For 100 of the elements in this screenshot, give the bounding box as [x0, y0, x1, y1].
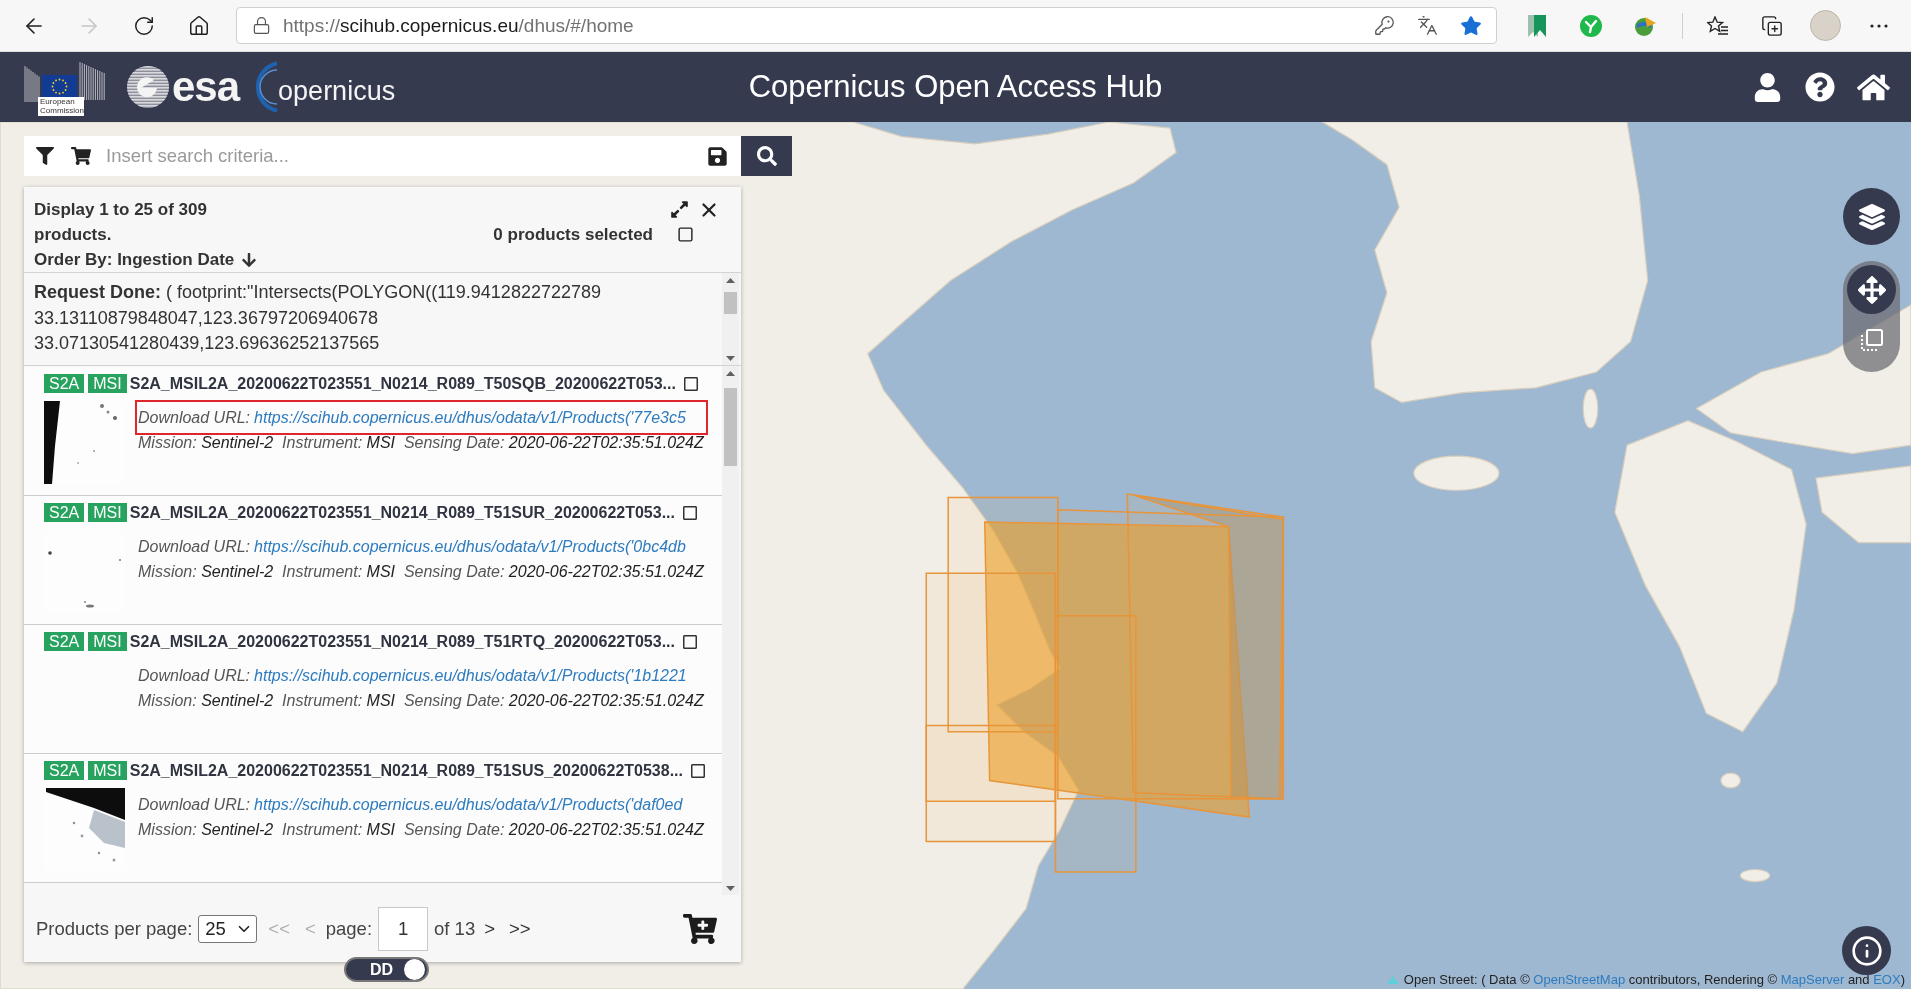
key-icon[interactable]: [1374, 15, 1395, 36]
order-by-label[interactable]: Order By: Ingestion Date: [34, 247, 235, 272]
product-details: Mission: Sentinel-2 Instrument: MSI Sensing Date: 2020-06-22T02:35:51.024Z: [138, 433, 705, 453]
cart-icon: [71, 146, 91, 166]
scrollbar[interactable]: [722, 273, 739, 365]
checkbox-icon: [682, 504, 698, 521]
map-source-icon: [1386, 975, 1399, 984]
product-row[interactable]: [24, 496, 722, 625]
more-icon: [1870, 23, 1888, 28]
product-details: Mission: Sentinel-2 Instrument: MSI Sensing Date: 2020-06-22T02:35:51.024Z: [138, 562, 704, 582]
translate-icon[interactable]: [1417, 15, 1438, 36]
download-link[interactable]: https://scihub.copernicus.eu/dhus/odata/v1/Products('77e3c5: [254, 405, 686, 430]
product-checkbox[interactable]: [682, 504, 698, 521]
url-text: https://scihub.copernicus.eu/dhus/#/home: [283, 14, 634, 37]
star-icon[interactable]: [1460, 14, 1482, 37]
app-title: Copernicus Open Access Hub: [748, 69, 1163, 105]
product-name[interactable]: S2A_MSIL2A_20200622T023551_N0214_R089_T51SUS_20200622T0538...: [129, 761, 683, 780]
island-shape: [1739, 868, 1771, 883]
refresh-icon: [133, 14, 155, 37]
search-icon: [756, 146, 777, 166]
download-link[interactable]: https://scihub.copernicus.eu/dhus/odata/v1/Products('1b1221: [254, 663, 687, 688]
product-name[interactable]: S2A_MSIL2A_20200622T023551_N0214_R089_T51SUR_20200622T053...: [129, 503, 675, 522]
box-select-icon: [1860, 329, 1883, 351]
checkbox-icon[interactable]: [677, 226, 694, 243]
product-tag: S2A: [44, 503, 85, 522]
scroll-down-icon[interactable]: [726, 886, 735, 891]
favorites-icon: [1707, 15, 1729, 36]
checkbox-icon: [682, 375, 699, 392]
switch-knob-icon: [404, 959, 425, 980]
product-tag: MSI: [88, 761, 127, 780]
bookmark-icon: [1528, 14, 1546, 37]
download-link[interactable]: https://scihub.copernicus.eu/dhus/odata/v1/Products('0bc4db: [254, 534, 686, 559]
product-tag: MSI: [88, 503, 127, 522]
search-field[interactable]: Insert search criteria...: [96, 136, 693, 176]
scrollbar-thumb[interactable]: [724, 388, 737, 466]
page-total: of 13: [434, 917, 476, 940]
product-checkbox[interactable]: [682, 633, 698, 650]
save-icon: [706, 145, 728, 167]
download-label: Download URL:: [138, 795, 251, 815]
scrollbar-thumb[interactable]: [724, 292, 737, 314]
download-label: Download URL:: [138, 537, 251, 557]
coordinate-toggle[interactable]: DD: [344, 957, 429, 982]
download-link[interactable]: https://scihub.copernicus.eu/dhus/odata/v1/Products('daf0ed: [254, 792, 683, 817]
arc-icon: [255, 61, 278, 113]
cart-plus-icon: [683, 911, 717, 946]
search-button[interactable]: [741, 136, 792, 176]
product-tag: S2A: [44, 761, 85, 780]
user-icon: [1752, 72, 1782, 102]
download-label: Download URL:: [138, 408, 251, 428]
product-checkbox[interactable]: [682, 375, 699, 392]
download-label: Download URL:: [138, 666, 251, 686]
request-query-text: Request Done: ( footprint:"Intersects(POLYGON((119.9412822722789 33.13110879848047,123.36797206940678 33.07130541280439,123.69636252137565: [34, 281, 602, 355]
logo-caption: European Commission: [38, 97, 84, 116]
logo-wordmark: esa: [172, 66, 240, 108]
selected-count: 0 products selected: [493, 224, 653, 245]
results-summary: Display 1 to 25 of 309 products.: [34, 199, 208, 246]
product-details: Mission: Sentinel-2 Instrument: MSI Sensing Date: 2020-06-22T02:35:51.024Z: [138, 820, 704, 840]
scroll-down-icon[interactable]: [726, 356, 735, 361]
expand-button[interactable]: [670, 200, 689, 219]
per-page-label: Products per page:: [36, 917, 193, 940]
island-shape: [1720, 772, 1741, 789]
round-logo-icon: [1580, 14, 1602, 37]
product-row[interactable]: [24, 625, 722, 754]
product-name[interactable]: S2A_MSIL2A_20200622T023551_N0214_R089_T50SQB_20200622T053...: [129, 374, 676, 393]
scroll-up-icon[interactable]: [726, 278, 735, 283]
product-details: Mission: Sentinel-2 Instrument: MSI Sensing Date: 2020-06-22T02:35:51.024Z: [138, 691, 704, 711]
product-checkbox[interactable]: [690, 762, 706, 779]
help-icon: [1805, 72, 1835, 102]
product-name[interactable]: S2A_MSIL2A_20200622T023551_N0214_R089_T51RTQ_20200622T053...: [129, 632, 675, 651]
collections-icon: [1761, 14, 1783, 37]
product-tag: S2A: [44, 632, 85, 651]
home-icon: [188, 14, 210, 37]
lock-icon: [252, 16, 271, 35]
next-page-button[interactable]: >: [484, 917, 495, 940]
layers-icon: [1858, 203, 1885, 230]
info-icon: [1850, 934, 1883, 967]
save-button[interactable]: [693, 136, 741, 176]
scroll-up-icon[interactable]: [726, 371, 735, 376]
product-tag: MSI: [88, 374, 127, 393]
map-attribution: Open Street: ( Data © OpenStreetMap contributors, Rendering © MapServer and EOX): [1403, 972, 1905, 987]
logo-wordmark: opernicus: [278, 75, 396, 107]
product-row[interactable]: [24, 754, 722, 883]
checkbox-icon: [690, 762, 706, 779]
page-label: page:: [325, 917, 373, 940]
globe-icon: [1633, 14, 1657, 37]
product-row[interactable]: [24, 367, 722, 496]
filter-button[interactable]: [24, 136, 66, 176]
filter-icon: [36, 147, 54, 165]
checkbox-icon: [682, 633, 698, 650]
island-shape: [1582, 388, 1599, 429]
address-bar[interactable]: https://scihub.copernicus.eu/dhus/#/home: [236, 7, 1497, 44]
product-tag: MSI: [88, 632, 127, 651]
pan-button[interactable]: [1847, 265, 1896, 314]
add-to-cart-button[interactable]: [683, 911, 717, 946]
sort-down-icon[interactable]: [241, 251, 258, 268]
page-input[interactable]: 1: [378, 906, 429, 951]
scrollbar[interactable]: [722, 366, 739, 895]
per-page-select[interactable]: 25: [198, 914, 258, 943]
last-page-button[interactable]: >>: [509, 917, 531, 940]
four-arrows-icon: [1857, 275, 1886, 304]
